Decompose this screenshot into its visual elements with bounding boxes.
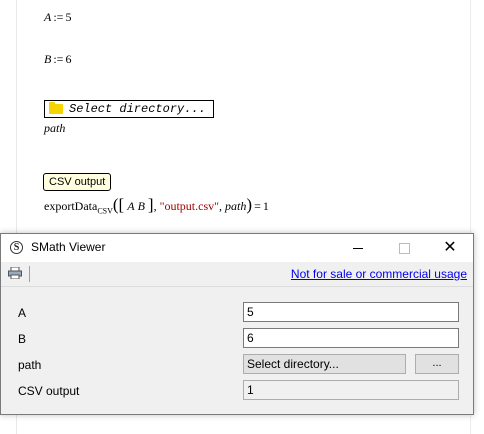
label-csv-output: CSV output <box>18 384 80 398</box>
export-result: 1 <box>262 199 269 213</box>
equals-op: = <box>254 199 261 213</box>
close-paren: ) <box>246 195 253 214</box>
arg-b: B <box>137 199 145 213</box>
close-icon[interactable]: ✕ <box>427 234 473 262</box>
arg-a: A <box>127 199 135 213</box>
value-a: 5 <box>65 10 72 24</box>
browse-button[interactable]: ... <box>415 354 459 374</box>
path-variable[interactable]: path <box>44 121 65 136</box>
print-icon[interactable] <box>8 267 22 279</box>
assign-op: := <box>53 52 64 66</box>
folder-icon <box>49 102 63 114</box>
arg-path: path <box>225 199 247 213</box>
definition-a[interactable]: A:= 5 <box>44 10 71 25</box>
definition-b[interactable]: B:= 6 <box>44 52 71 67</box>
value-b: 6 <box>65 52 72 66</box>
app-icon: S <box>10 241 23 254</box>
toolbar: Not for sale or commercial usage <box>1 262 473 287</box>
titlebar[interactable]: S SMath Viewer ✕ <box>1 234 473 262</box>
csv-output-value: 1 <box>243 380 459 400</box>
select-directory-widget[interactable]: Select directory... <box>44 100 214 118</box>
export-func: exportData <box>44 199 98 213</box>
select-directory-label: Select directory... <box>69 102 206 116</box>
window-title: SMath Viewer <box>31 240 106 254</box>
path-var-text: path <box>44 121 66 135</box>
open-bracket: [ <box>118 195 125 214</box>
csv-output-tag[interactable]: CSV output <box>43 173 112 191</box>
close-bracket: ] <box>147 195 154 214</box>
assign-op: := <box>53 10 64 24</box>
label-path: path <box>18 358 42 372</box>
input-b[interactable]: 6 <box>243 328 459 348</box>
license-link[interactable]: Not for sale or commercial usage <box>291 267 467 281</box>
export-expression[interactable]: exportDataCSV([ A B ], "output.csv", pat… <box>44 195 269 215</box>
minimize-icon[interactable] <box>335 234 381 262</box>
var-b: B <box>44 52 52 66</box>
maximize-icon[interactable] <box>381 234 427 262</box>
smath-viewer-window: S SMath Viewer ✕ Not for sale or commerc… <box>0 233 474 415</box>
filename-string: "output.csv" <box>159 199 220 213</box>
input-a[interactable]: 5 <box>243 302 459 322</box>
export-sub: CSV <box>97 206 113 216</box>
toolbar-separator <box>29 266 30 282</box>
select-directory-button[interactable]: Select directory... <box>243 354 406 374</box>
var-a: A <box>44 10 52 24</box>
label-b: B <box>18 332 27 346</box>
label-a: A <box>18 306 27 320</box>
